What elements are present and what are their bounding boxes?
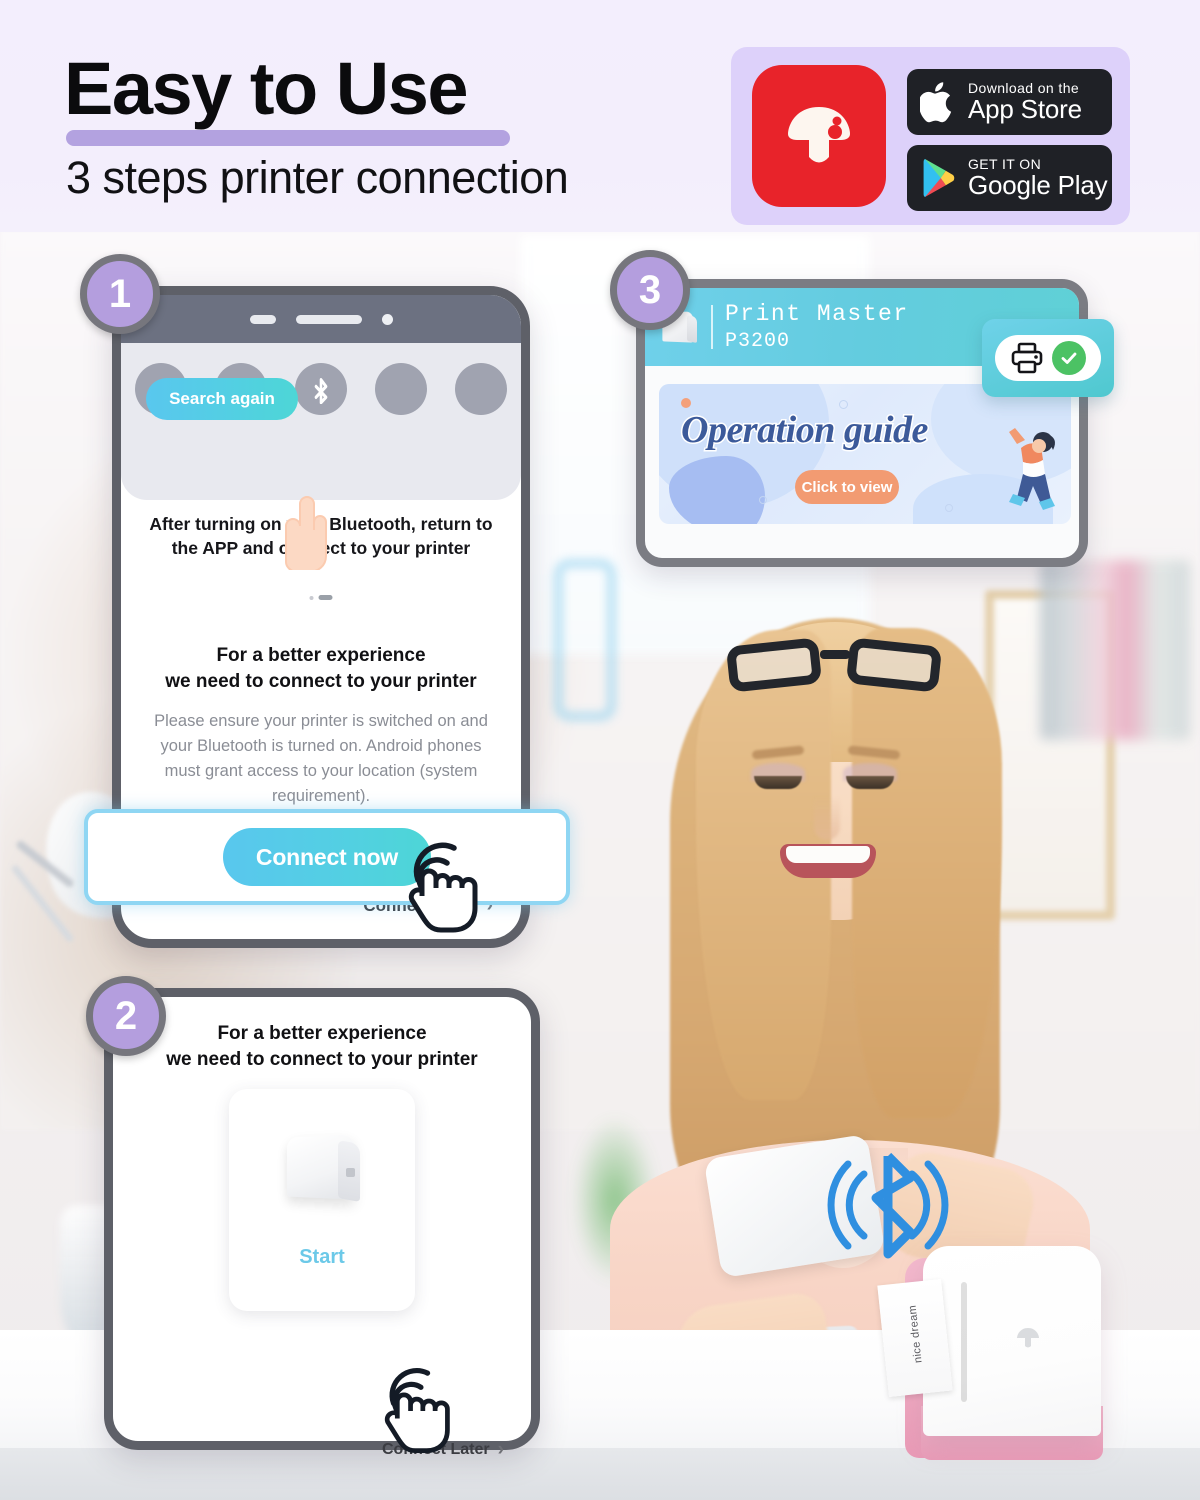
step2-connect-later-link[interactable]: Connect Later ›: [382, 1416, 1178, 1484]
step-badge-3-number: 3: [638, 267, 662, 312]
bluetooth-notice-text: After turning on your Bluetooth, return …: [149, 514, 493, 558]
device-name-block: Print Master P3200: [725, 301, 909, 353]
chevron-right-icon-2: ›: [497, 1439, 504, 1460]
printer-tape-slot: [961, 1282, 967, 1402]
eye-right: [846, 776, 894, 789]
quick-toggle-5[interactable]: [455, 363, 507, 415]
download-badges-panel: Download on the App Store GET IT ON Goog…: [731, 47, 1130, 225]
device-name: Print Master: [725, 301, 909, 327]
glasses-bridge: [820, 650, 850, 659]
device-model: P3200: [725, 330, 791, 353]
printer-body: [923, 1246, 1101, 1436]
search-again-button[interactable]: Search again: [146, 378, 298, 420]
device-thumbnail-button: [346, 1167, 355, 1177]
climber-illustration: [1009, 428, 1055, 510]
step-badge-2: 2: [86, 976, 166, 1056]
google-play-icon: [923, 159, 955, 197]
checkmark-icon: [1061, 352, 1077, 364]
front-camera-dot: [381, 313, 393, 325]
phone-status-bar: [121, 295, 521, 343]
printed-label-tape: nice dream: [877, 1278, 953, 1398]
nose: [814, 796, 840, 840]
printer-brand-logo: [1017, 1328, 1039, 1348]
printer-status-pill: [995, 335, 1101, 381]
mushroom-app-icon[interactable]: [752, 65, 886, 207]
hair-right-strand: [852, 628, 1002, 1118]
click-to-view-label: Click to view: [801, 478, 893, 496]
eye-left: [754, 776, 802, 789]
mushroom-icon: [788, 107, 850, 163]
operation-guide-banner[interactable]: Operation guide Click to view: [659, 384, 1071, 524]
app-store-big-label: App Store: [968, 93, 1082, 124]
click-to-view-button[interactable]: Click to view: [795, 470, 899, 504]
glasses-lens-right: [845, 637, 943, 693]
title-underline: [66, 130, 510, 146]
step-badge-1: 1: [80, 254, 160, 334]
quick-toggle-4[interactable]: [375, 363, 427, 415]
app-store-text: Download on the App Store: [968, 81, 1082, 123]
device-start-label: Start: [299, 1245, 345, 1268]
connect-now-highlight: Connect now: [84, 809, 570, 905]
step2-heading-line1: For a better experience: [217, 1023, 427, 1044]
connect-now-button[interactable]: Connect now: [223, 828, 431, 886]
google-play-text: GET IT ON Google Play: [968, 157, 1108, 200]
page-indicator-dot: [309, 595, 314, 600]
app-store-button[interactable]: Download on the App Store: [907, 69, 1112, 135]
discovered-device-card[interactable]: Start: [229, 1089, 415, 1311]
step-badge-1-number: 1: [108, 271, 132, 316]
status-bar-pill-small: [249, 314, 276, 324]
banner-circle-decor-3: [759, 496, 767, 504]
quick-settings-panel: [121, 343, 521, 500]
search-again-label: Search again: [169, 389, 275, 408]
step2-heading-line2: we need to connect to your printer: [166, 1048, 478, 1070]
status-bar-pill-large: [295, 314, 362, 324]
printed-label-text: nice dream: [906, 1304, 925, 1364]
step2-connect-later-label: Connect Later: [382, 1441, 490, 1458]
header-divider: [711, 305, 713, 349]
page-subtitle: 3 steps printer connection: [66, 152, 569, 203]
printer-icon: [1011, 342, 1043, 374]
connect-now-label: Connect now: [255, 843, 399, 870]
title-wrapper: Easy to Use: [64, 47, 510, 146]
page-indicator-active: [318, 595, 333, 600]
banner-orange-dot: [681, 398, 691, 408]
page-indicator: [309, 595, 333, 600]
step-badge-2-number: 2: [114, 993, 138, 1038]
step1-body-text: Please ensure your printer is switched o…: [154, 712, 488, 806]
glasses-lens-left: [725, 637, 823, 693]
operation-guide-title: Operation guide: [680, 408, 930, 453]
google-play-big-label: Google Play: [968, 169, 1108, 200]
step1-heading: For a better experience we need to conne…: [165, 645, 477, 692]
banner-leaf-decor: [669, 456, 765, 524]
connected-device-side: [687, 314, 697, 344]
header: Easy to Use 3 steps printer connection D…: [0, 0, 1200, 232]
step-badge-3: 3: [610, 250, 690, 330]
mouth: [780, 844, 876, 878]
printer-status-card: [982, 319, 1114, 397]
step2-heading: For a better experience we need to conne…: [113, 1021, 531, 1073]
banner-circle-decor-4: [945, 504, 953, 512]
bluetooth-toggle[interactable]: [295, 363, 347, 415]
bluetooth-icon: [314, 377, 328, 404]
step2-phone-mockup: For a better experience we need to conne…: [104, 988, 540, 1450]
check-circle-icon: [1052, 341, 1086, 375]
teeth: [786, 846, 870, 863]
page-title: Easy to Use: [64, 47, 469, 130]
device-thumbnail: [276, 1132, 368, 1210]
google-play-button[interactable]: GET IT ON Google Play: [907, 145, 1112, 211]
apple-icon: [920, 82, 952, 123]
eyeglasses-icon: [725, 637, 943, 694]
